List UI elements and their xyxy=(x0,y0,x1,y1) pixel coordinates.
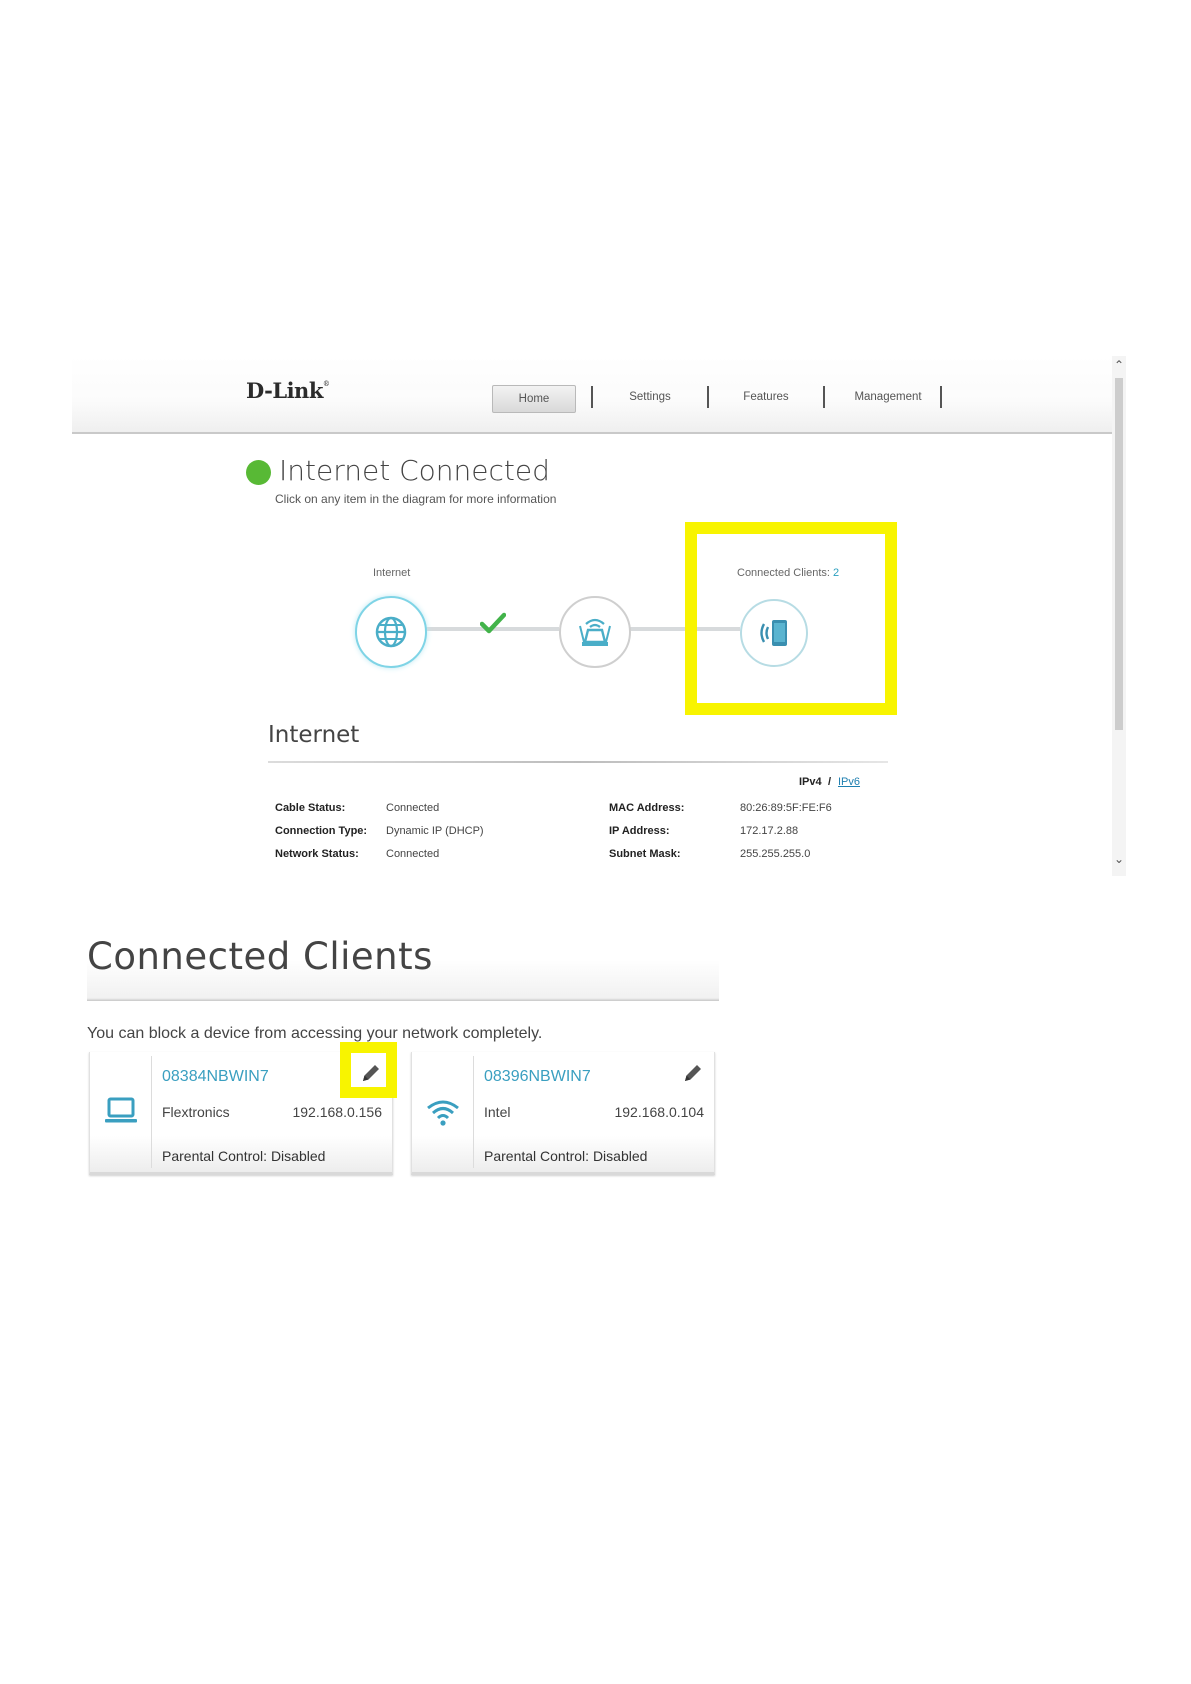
header-bar: D-Link® Home Settings Features Managemen… xyxy=(72,356,1112,434)
client-card[interactable]: 08396NBWIN7 Intel 192.168.0.104 Parental… xyxy=(411,1052,715,1175)
connection-type-value: Dynamic IP (DHCP) xyxy=(386,825,484,837)
client-ip: 192.168.0.104 xyxy=(614,1104,704,1120)
network-status-label: Network Status: xyxy=(275,848,359,860)
wifi-icon xyxy=(426,1098,460,1131)
ip-address-value: 172.17.2.88 xyxy=(740,825,799,837)
nav-features-tab[interactable]: Features xyxy=(726,384,806,410)
connected-clients-description: You can block a device from accessing yo… xyxy=(87,1025,543,1042)
scrollbar-thumb[interactable] xyxy=(1115,378,1123,730)
globe-icon xyxy=(375,616,407,648)
section-divider xyxy=(87,998,719,1001)
nav-divider xyxy=(823,386,825,408)
nav-divider xyxy=(707,386,709,408)
internet-section-title: Internet xyxy=(268,722,360,748)
scroll-up-icon[interactable]: ⌃ xyxy=(1113,358,1125,372)
page-subtitle: Click on any item in the diagram for mor… xyxy=(275,492,557,506)
client-vendor: Intel xyxy=(484,1104,511,1120)
mac-address-value: 80:26:89:5F:FE:F6 xyxy=(740,802,832,814)
connected-clients-title: Connected Clients xyxy=(87,935,433,978)
laptop-icon xyxy=(104,1096,138,1131)
ipv4-tab[interactable]: IPv4 xyxy=(799,776,822,788)
check-icon xyxy=(479,612,507,639)
nav-divider xyxy=(591,386,593,408)
cable-status-value: Connected xyxy=(386,802,440,814)
page-title: Internet Connected xyxy=(279,454,550,487)
ip-version-separator: / xyxy=(828,776,832,788)
connection-type-label: Connection Type: xyxy=(275,825,368,837)
highlight-box xyxy=(685,522,897,715)
section-divider xyxy=(268,761,888,763)
router-icon xyxy=(579,618,611,646)
client-vendor: Flextronics xyxy=(162,1104,230,1120)
dlink-logo: D-Link® xyxy=(246,378,330,403)
nav-divider xyxy=(940,386,942,408)
parental-control-status: Parental Control: Disabled xyxy=(162,1148,326,1164)
router-node[interactable] xyxy=(559,596,631,668)
vertical-scrollbar[interactable]: ⌃ ⌄ xyxy=(1112,356,1126,876)
parental-control-status: Parental Control: Disabled xyxy=(484,1148,648,1164)
internet-node-label: Internet xyxy=(373,567,411,579)
ip-address-label: IP Address: xyxy=(609,825,670,837)
card-divider xyxy=(151,1056,152,1168)
scroll-down-icon[interactable]: ⌄ xyxy=(1113,852,1125,866)
nav-home-tab[interactable]: Home xyxy=(492,385,576,413)
nav-settings-tab[interactable]: Settings xyxy=(610,384,690,410)
card-divider xyxy=(473,1056,474,1168)
highlight-box xyxy=(340,1042,397,1098)
network-status-value: Connected xyxy=(386,848,440,860)
connection-status-indicator xyxy=(246,460,271,485)
internet-node[interactable] xyxy=(355,596,427,668)
mac-address-label: MAC Address: xyxy=(609,802,685,814)
client-name: 08384NBWIN7 xyxy=(162,1068,269,1085)
cable-status-label: Cable Status: xyxy=(275,802,346,814)
subnet-mask-value: 255.255.255.0 xyxy=(740,848,811,860)
edit-pencil-icon[interactable] xyxy=(682,1062,704,1089)
subnet-mask-label: Subnet Mask: xyxy=(609,848,681,860)
client-ip: 192.168.0.156 xyxy=(292,1104,382,1120)
ipv6-link[interactable]: IPv6 xyxy=(838,776,860,788)
client-name: 08396NBWIN7 xyxy=(484,1068,591,1085)
router-home-screenshot: D-Link® Home Settings Features Managemen… xyxy=(72,356,1126,876)
nav-management-tab[interactable]: Management xyxy=(842,384,934,410)
